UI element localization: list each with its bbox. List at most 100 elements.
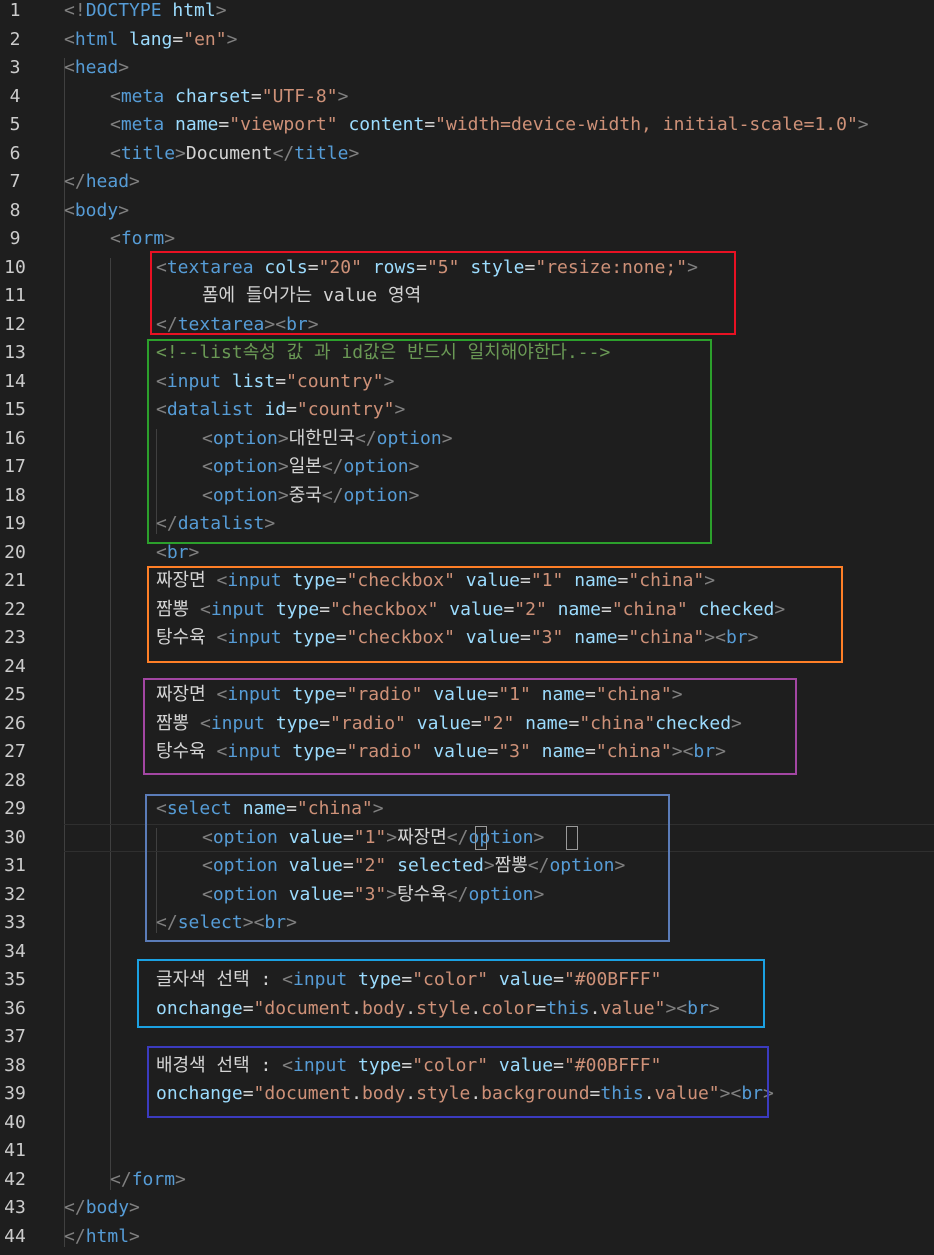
annotation-box-textarea xyxy=(150,251,736,335)
bracket-match-close xyxy=(566,826,578,850)
code-token: html xyxy=(161,0,216,21)
line-code: <meta name="viewport" content="width=dev… xyxy=(110,111,869,140)
code-token: </ xyxy=(272,142,295,164)
bracket-match-open xyxy=(475,826,487,850)
line-number: 44 xyxy=(4,1225,26,1247)
line-number: 11 xyxy=(4,285,26,306)
annotation-box-text-color xyxy=(137,959,765,1028)
code-line[interactable]: 8 <body> xyxy=(0,197,934,226)
code-token: "en" xyxy=(183,28,227,50)
code-token: > xyxy=(129,1225,140,1247)
line-number: 9 xyxy=(9,228,21,249)
code-token: > xyxy=(175,142,186,164)
line-number: 19 xyxy=(4,513,26,534)
line-number: 30 xyxy=(4,826,26,848)
code-line[interactable]: 7 </head> xyxy=(0,168,934,197)
code-line[interactable]: 3 <head> xyxy=(0,54,934,83)
line-number: 20 xyxy=(4,541,26,563)
line-number: 10 xyxy=(4,256,26,278)
line-number: 12 xyxy=(4,313,26,335)
line-number: 26 xyxy=(4,712,26,734)
code-token: body xyxy=(85,1197,130,1218)
line-number: 5 xyxy=(9,114,21,135)
code-token: head xyxy=(74,57,119,78)
line-number: 6 xyxy=(9,142,21,164)
code-line[interactable]: 5 <meta name="viewport" content="width=de… xyxy=(0,111,934,140)
code-line[interactable]: 1 <!DOCTYPE html> xyxy=(0,0,934,26)
code-line[interactable]: 2 <html lang="en"> xyxy=(0,26,934,55)
code-token: DOCTYPE xyxy=(85,0,162,21)
code-line[interactable]: 9 <form> xyxy=(0,225,934,254)
line-number: 42 xyxy=(4,1168,26,1190)
line-number: 43 xyxy=(4,1197,26,1218)
code-token: = xyxy=(424,114,436,135)
code-token: = xyxy=(250,85,262,107)
code-line[interactable]: 42 </form> xyxy=(0,1166,934,1195)
code-line[interactable]: 41 xyxy=(0,1137,934,1166)
line-number: 27 xyxy=(4,741,26,762)
code-token: > xyxy=(337,85,349,107)
code-token: html xyxy=(74,28,119,50)
line-code: </html> xyxy=(64,1223,140,1252)
line-number: 40 xyxy=(4,1111,26,1133)
annotation-box-select xyxy=(145,794,670,942)
code-token: = xyxy=(172,28,184,50)
code-token: name xyxy=(164,114,219,135)
line-number: 17 xyxy=(4,456,26,477)
line-code: <!DOCTYPE html> xyxy=(64,0,227,26)
line-number: 31 xyxy=(4,855,26,876)
line-number: 29 xyxy=(4,798,26,819)
line-code: <meta charset="UTF-8"> xyxy=(110,83,348,112)
code-token: "width=device-width, initial-scale=1.0" xyxy=(435,114,858,135)
code-token: = xyxy=(218,114,230,135)
line-number: 15 xyxy=(4,399,26,420)
line-number: 18 xyxy=(4,484,26,506)
line-number: 14 xyxy=(4,370,26,392)
code-token: </ xyxy=(64,171,86,192)
line-number: 7 xyxy=(9,171,21,192)
code-token: > xyxy=(129,171,140,192)
code-token: </ xyxy=(64,1197,86,1218)
code-token: </ xyxy=(110,1168,132,1190)
code-editor[interactable]: 1 <!DOCTYPE html> 2 <html lang="en"> 3 <head>… xyxy=(0,0,934,1255)
code-token: > xyxy=(215,0,227,21)
line-number: 2 xyxy=(9,28,21,50)
annotation-box-datalist xyxy=(147,339,712,544)
code-line[interactable]: 4 <meta charset="UTF-8"> xyxy=(0,83,934,112)
code-token: </ xyxy=(64,1225,86,1247)
line-code: </body> xyxy=(64,1194,140,1223)
line-number: 28 xyxy=(4,769,26,791)
code-token: > xyxy=(164,228,176,249)
line-code: <html lang="en"> xyxy=(64,26,237,55)
code-token: body xyxy=(74,199,119,221)
code-token: "viewport" xyxy=(229,114,338,135)
code-token: < xyxy=(110,228,121,249)
code-token: < xyxy=(64,28,75,50)
line-number: 35 xyxy=(4,969,26,990)
line-number: 13 xyxy=(4,342,26,363)
line-number: 41 xyxy=(4,1140,26,1161)
code-token: > xyxy=(188,541,200,563)
annotation-box-background-color xyxy=(147,1046,769,1118)
code-line[interactable]: 6 <title>Document</title> xyxy=(0,140,934,169)
line-code: </head> xyxy=(64,168,140,197)
code-token: meta xyxy=(120,85,165,107)
line-number: 32 xyxy=(4,883,26,905)
code-line[interactable]: 44 </html> xyxy=(0,1223,934,1252)
line-number: 33 xyxy=(4,912,26,933)
line-number: 3 xyxy=(9,57,21,78)
code-token: > xyxy=(226,28,238,50)
line-number: 24 xyxy=(4,655,26,677)
code-token: < xyxy=(64,199,75,221)
code-token: > xyxy=(857,114,869,135)
code-token: < xyxy=(156,541,167,563)
line-code: <title>Document</title> xyxy=(110,140,359,169)
line-number: 1 xyxy=(9,0,21,21)
line-number: 16 xyxy=(4,427,26,449)
code-line[interactable]: 43 </body> xyxy=(0,1194,934,1223)
code-token: < xyxy=(110,114,121,135)
code-token: > xyxy=(175,1168,186,1190)
code-token: title xyxy=(120,142,176,164)
line-number: 39 xyxy=(4,1083,26,1104)
code-token: < xyxy=(110,142,121,164)
